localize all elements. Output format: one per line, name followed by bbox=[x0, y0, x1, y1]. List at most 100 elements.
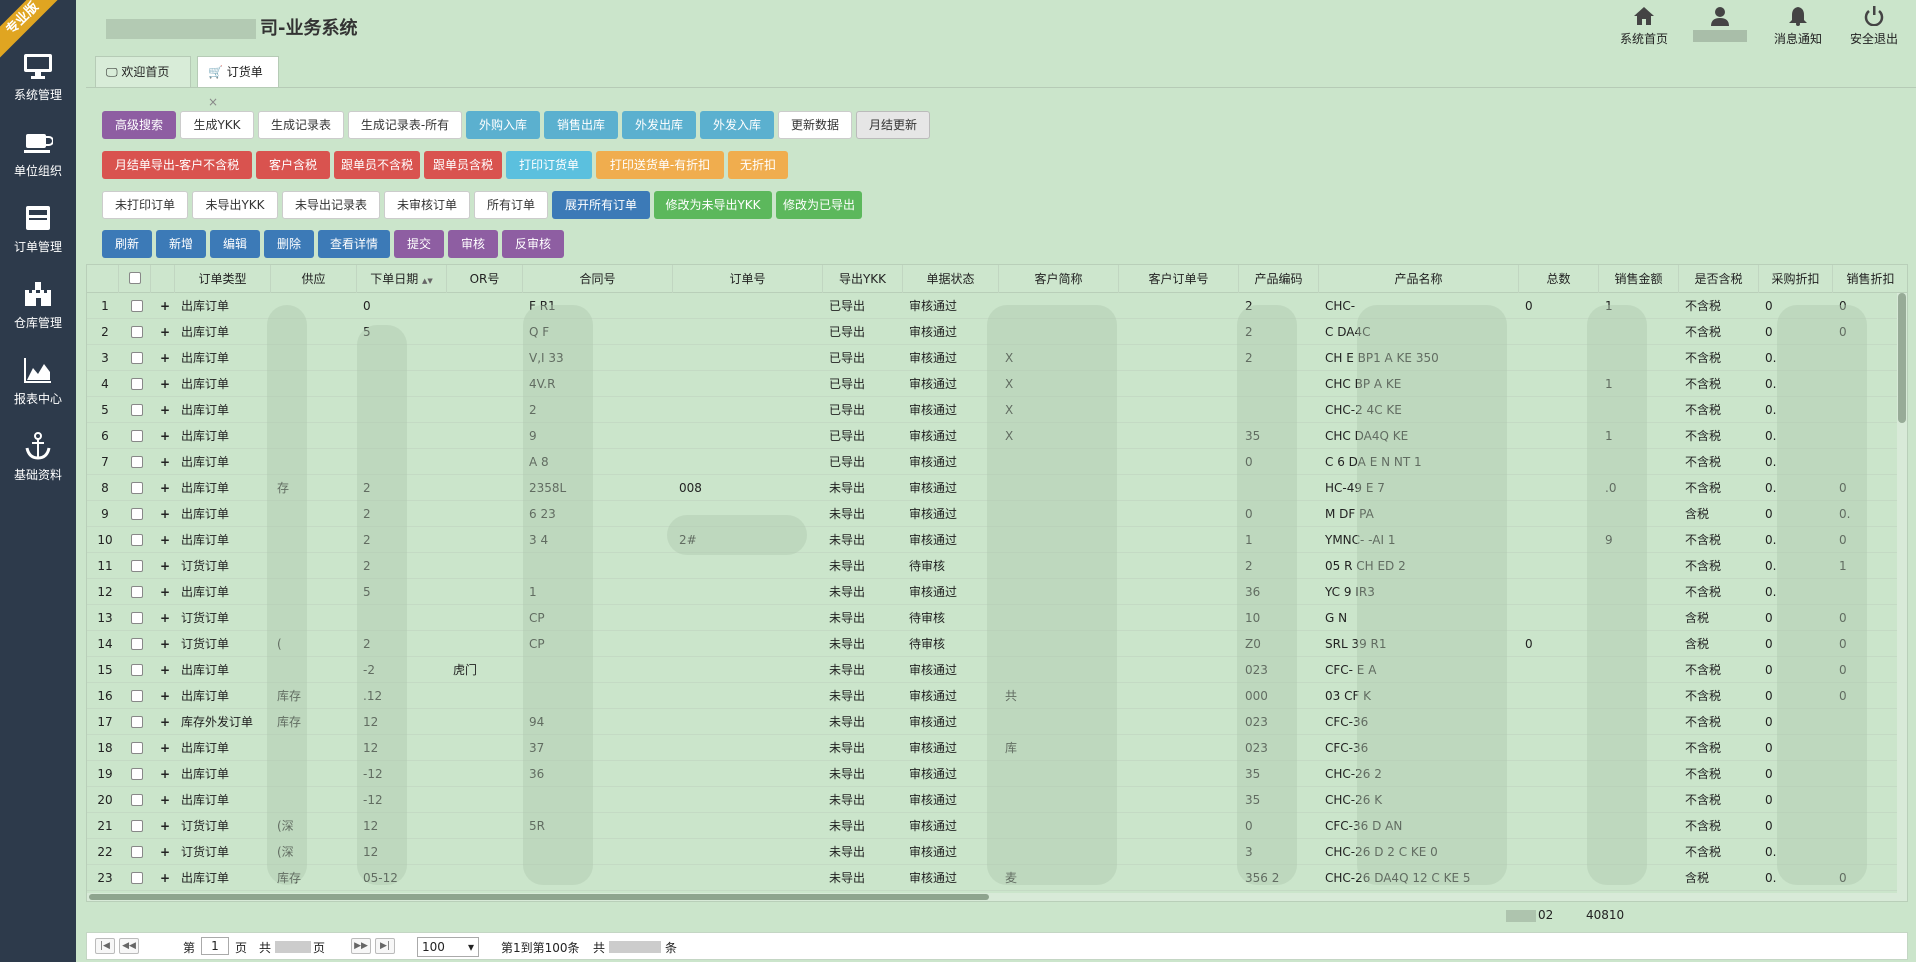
monthly-export-customer-notax-button[interactable]: 月结单导出-客户不含税 bbox=[102, 151, 252, 179]
row-checkbox[interactable] bbox=[131, 846, 143, 858]
unexported-ykk-button[interactable]: 未导出YKK bbox=[192, 191, 278, 219]
expand-row-icon[interactable]: + bbox=[157, 319, 173, 345]
sidebar-item-system[interactable]: 系统管理 bbox=[0, 52, 76, 124]
sort-icon[interactable]: ▲▼ bbox=[422, 277, 433, 285]
unreviewed-orders-button[interactable]: 未审核订单 bbox=[384, 191, 470, 219]
col-order-number[interactable]: 订单号 bbox=[673, 265, 823, 293]
cell-row-checkbox[interactable] bbox=[125, 293, 149, 319]
cell-row-checkbox[interactable] bbox=[125, 475, 149, 501]
row-checkbox[interactable] bbox=[131, 326, 143, 338]
add-button[interactable]: 新增 bbox=[156, 230, 206, 258]
cell-row-checkbox[interactable] bbox=[125, 449, 149, 475]
col-supplier[interactable]: 供应 bbox=[271, 265, 357, 293]
expand-row-icon[interactable]: + bbox=[157, 579, 173, 605]
expand-row-icon[interactable]: + bbox=[157, 839, 173, 865]
expand-row-icon[interactable]: + bbox=[157, 345, 173, 371]
cell-row-checkbox[interactable] bbox=[125, 787, 149, 813]
cell-row-checkbox[interactable] bbox=[125, 553, 149, 579]
generate-record-all-button[interactable]: 生成记录表-所有 bbox=[348, 111, 462, 139]
last-page-button[interactable]: ▶| bbox=[375, 938, 395, 954]
col-sales-discount[interactable]: 销售折扣 bbox=[1833, 265, 1907, 293]
col-customer[interactable]: 客户简称 bbox=[999, 265, 1119, 293]
cell-row-checkbox[interactable] bbox=[125, 579, 149, 605]
col-or-number[interactable]: OR号 bbox=[447, 265, 523, 293]
no-discount-button[interactable]: 无折扣 bbox=[728, 151, 788, 179]
logout-button[interactable]: 安全退出 bbox=[1834, 6, 1914, 47]
row-checkbox[interactable] bbox=[131, 638, 143, 650]
mark-exported-button[interactable]: 修改为已导出 bbox=[776, 191, 862, 219]
row-checkbox[interactable] bbox=[131, 352, 143, 364]
expand-row-icon[interactable]: + bbox=[157, 527, 173, 553]
scroll-thumb[interactable] bbox=[89, 894, 989, 900]
advanced-search-button[interactable]: 高级搜索 bbox=[102, 111, 176, 139]
page-size-select[interactable]: 100 ▾ bbox=[417, 937, 479, 957]
row-checkbox[interactable] bbox=[131, 300, 143, 312]
scroll-thumb[interactable] bbox=[1898, 293, 1906, 423]
row-checkbox[interactable] bbox=[131, 534, 143, 546]
generate-ykk-button[interactable]: 生成YKK bbox=[180, 111, 254, 139]
expand-row-icon[interactable]: + bbox=[157, 787, 173, 813]
view-details-button[interactable]: 查看详情 bbox=[318, 230, 390, 258]
outsource-in-button[interactable]: 外发入库 bbox=[700, 111, 774, 139]
row-checkbox[interactable] bbox=[131, 560, 143, 572]
outsource-out-button[interactable]: 外发出库 bbox=[622, 111, 696, 139]
row-checkbox[interactable] bbox=[131, 586, 143, 598]
expand-row-icon[interactable]: + bbox=[157, 735, 173, 761]
prev-page-button[interactable]: ◀◀ bbox=[119, 938, 139, 954]
expand-row-icon[interactable]: + bbox=[157, 423, 173, 449]
row-checkbox[interactable] bbox=[131, 716, 143, 728]
col-purchase-discount[interactable]: 采购折扣 bbox=[1759, 265, 1833, 293]
row-checkbox[interactable] bbox=[131, 690, 143, 702]
page-number-input[interactable]: 1 bbox=[201, 937, 229, 955]
cell-row-checkbox[interactable] bbox=[125, 735, 149, 761]
row-checkbox[interactable] bbox=[131, 794, 143, 806]
update-data-button[interactable]: 更新数据 bbox=[778, 111, 852, 139]
sidebar-item-basic[interactable]: 基础资料 bbox=[0, 432, 76, 504]
print-order-button[interactable]: 打印订货单 bbox=[506, 151, 592, 179]
expand-row-icon[interactable]: + bbox=[157, 865, 173, 891]
close-icon[interactable]: × bbox=[208, 95, 218, 109]
generate-record-button[interactable]: 生成记录表 bbox=[258, 111, 344, 139]
purchase-in-button[interactable]: 外购入库 bbox=[466, 111, 540, 139]
mark-unexported-ykk-button[interactable]: 修改为未导出YKK bbox=[654, 191, 772, 219]
unprinted-orders-button[interactable]: 未打印订单 bbox=[102, 191, 188, 219]
all-orders-button[interactable]: 所有订单 bbox=[474, 191, 548, 219]
col-total[interactable]: 总数 bbox=[1519, 265, 1599, 293]
cell-row-checkbox[interactable] bbox=[125, 813, 149, 839]
row-checkbox[interactable] bbox=[131, 742, 143, 754]
cell-row-checkbox[interactable] bbox=[125, 631, 149, 657]
first-page-button[interactable]: |◀ bbox=[95, 938, 115, 954]
sidebar-item-warehouse[interactable]: 仓库管理 bbox=[0, 280, 76, 352]
col-order-date[interactable]: 下单日期 ▲▼ bbox=[357, 265, 447, 293]
expand-row-icon[interactable]: + bbox=[157, 371, 173, 397]
row-checkbox[interactable] bbox=[131, 508, 143, 520]
row-checkbox[interactable] bbox=[131, 768, 143, 780]
unapprove-button[interactable]: 反审核 bbox=[502, 230, 564, 258]
cell-row-checkbox[interactable] bbox=[125, 761, 149, 787]
expand-all-orders-button[interactable]: 展开所有订单 bbox=[552, 191, 650, 219]
col-customer-order[interactable]: 客户订单号 bbox=[1119, 265, 1239, 293]
expand-row-icon[interactable]: + bbox=[157, 761, 173, 787]
monthly-update-button[interactable]: 月结更新 bbox=[856, 111, 930, 139]
row-checkbox[interactable] bbox=[131, 430, 143, 442]
horizontal-scrollbar[interactable] bbox=[87, 893, 1907, 901]
col-sales-amount[interactable]: 销售金额 bbox=[1599, 265, 1679, 293]
sales-out-button[interactable]: 销售出库 bbox=[544, 111, 618, 139]
col-product-code[interactable]: 产品编码 bbox=[1239, 265, 1319, 293]
home-button[interactable]: 系统首页 bbox=[1604, 6, 1684, 47]
next-page-button[interactable]: ▶▶ bbox=[351, 938, 371, 954]
expand-row-icon[interactable]: + bbox=[157, 449, 173, 475]
refresh-button[interactable]: 刷新 bbox=[102, 230, 152, 258]
approve-button[interactable]: 审核 bbox=[448, 230, 498, 258]
merchandiser-tax-button[interactable]: 跟单员含税 bbox=[424, 151, 502, 179]
sidebar-item-orders[interactable]: 订单管理 bbox=[0, 204, 76, 276]
cell-row-checkbox[interactable] bbox=[125, 683, 149, 709]
cell-row-checkbox[interactable] bbox=[125, 657, 149, 683]
messages-button[interactable]: 消息通知 bbox=[1758, 6, 1838, 47]
row-checkbox[interactable] bbox=[131, 820, 143, 832]
col-contract[interactable]: 合同号 bbox=[523, 265, 673, 293]
cell-row-checkbox[interactable] bbox=[125, 319, 149, 345]
row-checkbox[interactable] bbox=[131, 612, 143, 624]
cell-row-checkbox[interactable] bbox=[125, 865, 149, 891]
col-order-type[interactable]: 订单类型 bbox=[175, 265, 271, 293]
